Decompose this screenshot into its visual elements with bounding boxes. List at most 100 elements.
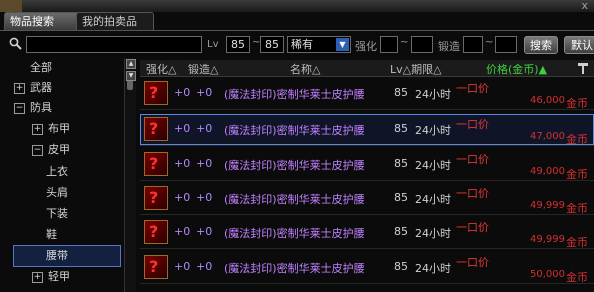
item-icon: ? (144, 220, 168, 244)
results-header: 强化△ 锻造△ 名称△ Lv△期限△ 价格(金币)▲ (140, 60, 594, 77)
search-bar: Lv 85 ~ 85 稀有 ▼ 强化 ~ 锻造 ~ 搜索 默认 (0, 33, 594, 55)
item-price: 50,000 (530, 269, 565, 280)
category-bottom[interactable]: 下装 (46, 204, 68, 224)
item-icon: ? (144, 152, 168, 176)
collapse-icon[interactable]: − (32, 144, 43, 156)
collapse-icon[interactable]: − (14, 102, 25, 114)
search-icon (9, 37, 22, 50)
tab-my-auctions[interactable]: 我的拍卖品 (76, 12, 154, 31)
item-price: 46,000 (530, 95, 565, 106)
category-label: 腰带 (46, 249, 68, 262)
currency-label: 金币 (566, 133, 588, 146)
item-name: (魔法封印)密制华莱士皮护腰 (224, 88, 365, 101)
enhance-value: +0 (174, 225, 191, 238)
item-icon: ? (144, 117, 168, 141)
buyout-label: 一口价 (456, 187, 489, 200)
item-name: (魔法封印)密制华莱士皮护腰 (224, 262, 365, 275)
category-weapon[interactable]: + 武器 (14, 78, 52, 98)
forge-min-field[interactable] (463, 36, 483, 53)
enhance-max-field[interactable] (411, 36, 433, 53)
item-name: (魔法封印)密制华莱士皮护腰 (224, 159, 365, 172)
category-top[interactable]: 上衣 (46, 162, 68, 182)
category-scrollbar[interactable]: ▲ ▼ (124, 58, 136, 292)
window-corner-decoration (0, 0, 22, 12)
tab-divider (0, 30, 594, 31)
table-row[interactable]: ? +0 +0 (魔法封印)密制华莱士皮护腰 85 24小时 一口价 47,00… (140, 114, 594, 146)
forge-value: +0 (196, 191, 213, 204)
search-input[interactable] (26, 36, 202, 53)
scroll-down-icon[interactable]: ▼ (126, 71, 136, 81)
expand-icon[interactable]: + (14, 82, 25, 94)
item-duration: 24小时 (415, 159, 451, 172)
forge-value: +0 (196, 225, 213, 238)
category-shoulder[interactable]: 头肩 (46, 183, 68, 203)
expand-icon[interactable]: + (32, 123, 43, 135)
default-button[interactable]: 默认 (564, 36, 594, 54)
enhance-value: +0 (174, 191, 191, 204)
table-row[interactable]: ? +0 +0 (魔法封印)密制华莱士皮护腰 85 24小时 一口价 46,00… (140, 78, 594, 110)
forge-max-field[interactable] (495, 36, 517, 53)
table-row[interactable]: ? +0 +0 (魔法封印)密制华莱士皮护腰 85 24小时 一口价 49,99… (140, 217, 594, 249)
currency-label: 金币 (566, 168, 588, 181)
category-label: 头肩 (46, 186, 68, 199)
item-level: 85 (394, 191, 408, 204)
rarity-select[interactable]: 稀有 ▼ (287, 36, 351, 53)
price-column-header[interactable]: 价格(金币)▲ (486, 61, 547, 77)
buyout-label: 一口价 (456, 221, 489, 234)
hammer-icon (578, 63, 588, 74)
category-label: 武器 (30, 81, 52, 94)
search-button[interactable]: 搜索 (524, 36, 558, 54)
item-duration: 24小时 (415, 124, 451, 137)
currency-label: 金币 (566, 236, 588, 249)
enhance-value: +0 (174, 157, 191, 170)
item-duration: 24小时 (415, 262, 451, 275)
category-cloth[interactable]: + 布甲 (32, 119, 70, 139)
chevron-down-icon[interactable]: ▼ (336, 38, 349, 51)
item-name: (魔法封印)密制华莱士皮护腰 (224, 124, 365, 137)
rarity-value: 稀有 (291, 38, 313, 51)
scroll-up-icon[interactable]: ▲ (126, 59, 136, 69)
category-shoes[interactable]: 鞋 (46, 225, 57, 245)
category-tree: 全部 + 武器 − 防具 + 布甲 − 皮甲 上衣 头肩 下装 鞋 腰带 + 轻甲 (12, 58, 122, 292)
enhance-min-field[interactable] (380, 36, 398, 53)
category-belt[interactable]: 腰带 (13, 245, 121, 267)
category-label: 鞋 (46, 228, 57, 241)
item-price: 49,999 (530, 200, 565, 211)
forge-range-sep: ~ (485, 37, 494, 48)
currency-label: 金币 (566, 202, 588, 215)
enhance-range-sep: ~ (400, 37, 409, 48)
item-level: 85 (394, 225, 408, 238)
enhance-value: +0 (174, 122, 191, 135)
buyout-label: 一口价 (456, 153, 489, 166)
lv-time-column-header[interactable]: Lv△期限△ (390, 61, 442, 77)
currency-label: 金币 (566, 97, 588, 110)
category-label: 下装 (46, 207, 68, 220)
table-row[interactable]: ? +0 +0 (魔法封印)密制华莱士皮护腰 85 24小时 一口价 49,00… (140, 149, 594, 181)
category-leather[interactable]: − 皮甲 (32, 140, 70, 160)
enhance-column-header[interactable]: 强化△ (146, 61, 176, 77)
forge-column-header[interactable]: 锻造△ (188, 61, 218, 77)
item-level: 85 (394, 86, 408, 99)
category-armor[interactable]: − 防具 (14, 98, 52, 118)
buyout-label: 一口价 (456, 256, 489, 269)
item-duration: 24小时 (415, 227, 451, 240)
lv-label: Lv (207, 39, 219, 50)
forge-value: +0 (196, 86, 213, 99)
lv-min-field[interactable]: 85 (226, 36, 250, 53)
expand-icon[interactable]: + (32, 271, 43, 283)
forge-value: +0 (196, 157, 213, 170)
category-light-armor[interactable]: + 轻甲 (32, 267, 70, 287)
table-row[interactable]: ? +0 +0 (魔法封印)密制华莱士皮护腰 85 24小时 一口价 50,00… (140, 252, 594, 284)
item-price: 49,999 (530, 234, 565, 245)
currency-label: 金币 (566, 271, 588, 284)
item-price: 49,000 (530, 166, 565, 177)
name-column-header[interactable]: 名称△ (290, 61, 320, 77)
lv-max-field[interactable]: 85 (260, 36, 284, 53)
category-all[interactable]: 全部 (30, 58, 52, 78)
item-price: 47,000 (530, 131, 565, 142)
table-row[interactable]: ? +0 +0 (魔法封印)密制华莱士皮护腰 85 24小时 一口价 49,99… (140, 183, 594, 215)
item-name: (魔法封印)密制华莱士皮护腰 (224, 193, 365, 206)
close-icon[interactable]: x (581, 0, 588, 12)
tab-item-search[interactable]: 物品搜索 (4, 12, 80, 31)
item-name: (魔法封印)密制华莱士皮护腰 (224, 227, 365, 240)
